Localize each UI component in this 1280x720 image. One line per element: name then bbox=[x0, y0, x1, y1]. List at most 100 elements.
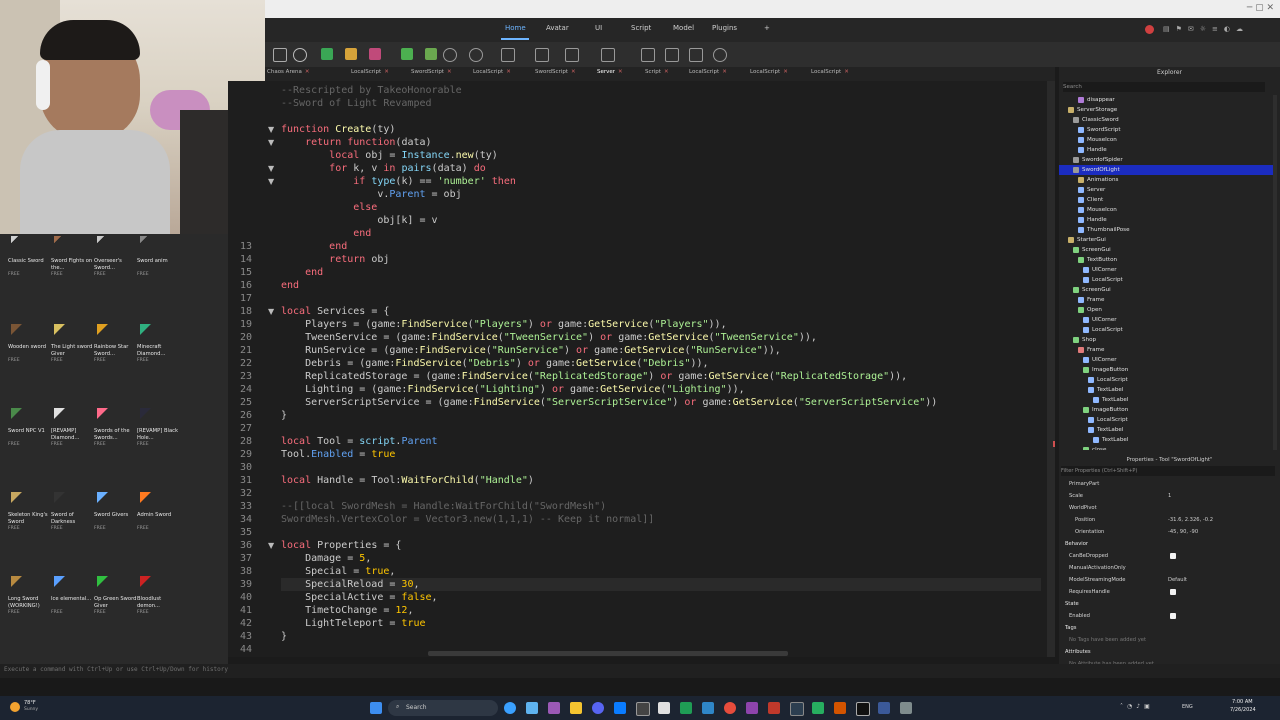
code-line[interactable]: else bbox=[281, 201, 377, 214]
settings-icon[interactable] bbox=[443, 48, 457, 62]
tab-localscript[interactable]: LocalScript ✕ bbox=[473, 69, 511, 75]
code-line[interactable]: function Create(ty) bbox=[281, 123, 395, 136]
record-icon[interactable] bbox=[1145, 25, 1154, 34]
code-line[interactable]: Lighting = (game:FindService("Lighting")… bbox=[281, 383, 745, 396]
close-icon[interactable]: ✕ bbox=[783, 69, 788, 75]
window-controls[interactable]: ─ ▢ ✕ bbox=[1247, 3, 1274, 13]
align-icon[interactable] bbox=[601, 48, 615, 62]
toolbox-item[interactable]: Admin Sword FREE bbox=[130, 486, 174, 566]
editor-vertical-scrollbar[interactable] bbox=[1047, 81, 1055, 657]
code-line[interactable]: local Handle = Tool:WaitForChild("Handle… bbox=[281, 474, 534, 487]
code-line[interactable]: local Tool = script.Parent bbox=[281, 435, 438, 448]
toolbox-item[interactable]: Bloodlust demon... FREE bbox=[130, 570, 174, 650]
tab-localscript[interactable]: LocalScript ✕ bbox=[750, 69, 788, 75]
code-line[interactable]: Players = (game:FindService("Players") o… bbox=[281, 318, 727, 331]
part-icon[interactable] bbox=[293, 48, 307, 62]
xbox-icon[interactable] bbox=[812, 702, 824, 714]
ui-icon[interactable] bbox=[369, 48, 381, 60]
select-icon[interactable] bbox=[273, 48, 287, 62]
explorer-item[interactable]: TextLabel bbox=[1059, 435, 1273, 445]
task-view-icon[interactable] bbox=[526, 702, 538, 714]
app-icon-2[interactable] bbox=[702, 702, 714, 714]
group-icon[interactable] bbox=[501, 48, 515, 62]
close-icon[interactable]: ✕ bbox=[571, 69, 576, 75]
menu-home[interactable]: Home bbox=[505, 24, 526, 32]
model-icon[interactable] bbox=[425, 48, 437, 60]
property-row[interactable]: ManualActivationOnly bbox=[1059, 563, 1273, 574]
explorer-item[interactable]: SwordOfLight bbox=[1059, 165, 1273, 175]
toolbox-item[interactable]: Classic Sword FREE bbox=[1, 234, 45, 314]
script-editor[interactable]: --Rescripted by TakeoHonorable --Sword of… bbox=[228, 81, 1055, 657]
explorer-item[interactable]: Animations bbox=[1059, 175, 1273, 185]
explorer-item[interactable]: SwordofSpider bbox=[1059, 155, 1273, 165]
property-row[interactable]: State bbox=[1059, 599, 1273, 610]
property-row[interactable]: Behavior bbox=[1059, 539, 1273, 550]
menu-model[interactable]: Model bbox=[673, 24, 694, 32]
property-checkbox[interactable] bbox=[1170, 553, 1176, 559]
toolbox-item[interactable]: [REVAMP] Diamond... FREE bbox=[44, 402, 88, 482]
property-row[interactable]: Scale 1 bbox=[1059, 491, 1273, 502]
explorer-item[interactable]: MouseIcon bbox=[1059, 205, 1273, 215]
property-row[interactable]: Attributes bbox=[1059, 647, 1273, 658]
property-row[interactable]: Enabled bbox=[1059, 611, 1273, 622]
explorer-item[interactable]: Open bbox=[1059, 305, 1273, 315]
explorer-item[interactable]: TextLabel bbox=[1059, 395, 1273, 405]
property-checkbox[interactable] bbox=[1170, 613, 1176, 619]
taskbar-search[interactable]: ⌕ Search bbox=[388, 700, 498, 716]
code-line[interactable]: Special = true, bbox=[281, 565, 395, 578]
code-line[interactable]: --Rescripted by TakeoHonorable bbox=[281, 84, 462, 97]
explorer-item[interactable]: Frame bbox=[1059, 295, 1273, 305]
code-line[interactable]: RunService = (game:FindService("RunServi… bbox=[281, 344, 781, 357]
property-checkbox[interactable] bbox=[1170, 589, 1176, 595]
color-icon[interactable] bbox=[469, 48, 483, 62]
code-line[interactable]: local Services = { bbox=[281, 305, 389, 318]
close-icon[interactable]: ✕ bbox=[384, 69, 389, 75]
explorer-item[interactable]: Server bbox=[1059, 185, 1273, 195]
tab-swordscript[interactable]: SwordScript ✕ bbox=[411, 69, 452, 75]
steam-icon[interactable] bbox=[790, 702, 804, 716]
code-line[interactable]: local obj = Instance.new(ty) bbox=[281, 149, 498, 162]
store-icon[interactable] bbox=[614, 702, 626, 714]
code-line[interactable]: Tool.Enabled = true bbox=[281, 448, 395, 461]
code-line[interactable]: Debris = (game:FindService("Debris") or … bbox=[281, 357, 708, 370]
system-tray-icons[interactable]: ˄◔♪▣ bbox=[1120, 703, 1154, 710]
close-icon[interactable]: ✕ bbox=[447, 69, 452, 75]
toolbox-item[interactable]: Long Sword (WORKING!) FREE bbox=[1, 570, 45, 650]
toolbox-item[interactable]: Minecraft Diamond... FREE bbox=[130, 318, 174, 398]
lock-icon[interactable] bbox=[565, 48, 579, 62]
property-row[interactable]: RequiresHandle bbox=[1059, 587, 1273, 598]
explorer-item[interactable]: ScreenGui bbox=[1059, 245, 1273, 255]
toolbox-item[interactable]: Sword anim FREE bbox=[130, 234, 174, 314]
explorer-item[interactable]: UICorner bbox=[1059, 315, 1273, 325]
code-line[interactable]: return function(data) bbox=[281, 136, 431, 149]
code-line[interactable]: --Sword of Light Revamped bbox=[281, 97, 432, 110]
close-icon[interactable]: ✕ bbox=[506, 69, 511, 75]
menu-add[interactable]: + bbox=[764, 24, 770, 32]
explorer-item[interactable]: LocalScript bbox=[1059, 275, 1273, 285]
app-icon-3[interactable] bbox=[746, 702, 758, 714]
explorer-item[interactable]: ServerStorage bbox=[1059, 105, 1273, 115]
code-line[interactable]: } bbox=[281, 630, 287, 643]
explorer-item[interactable]: SwordScript bbox=[1059, 125, 1273, 135]
toolbox-item[interactable]: Op Green Sword Giver FREE bbox=[87, 570, 136, 650]
roblox-studio-icon[interactable] bbox=[636, 702, 650, 716]
play-icon[interactable] bbox=[665, 48, 679, 62]
file-explorer-icon[interactable] bbox=[570, 702, 582, 714]
weather-icon[interactable] bbox=[10, 702, 20, 712]
property-value[interactable]: 1 bbox=[1168, 491, 1171, 502]
explorer-item[interactable]: ImageButton bbox=[1059, 365, 1273, 375]
explorer-item[interactable]: Handle bbox=[1059, 145, 1273, 155]
clock-date[interactable]: 7/26/2024 bbox=[1230, 707, 1256, 713]
terrain-icon[interactable] bbox=[321, 48, 333, 60]
move-icon[interactable] bbox=[345, 48, 357, 60]
code-line[interactable]: ReplicatedStorage = (game:FindService("R… bbox=[281, 370, 907, 383]
code-line[interactable]: --[[local SwordMesh = Handle:WaitForChil… bbox=[281, 500, 606, 513]
editor-horizontal-scrollbar[interactable] bbox=[428, 651, 788, 656]
code-line[interactable]: SpecialReload = 30, bbox=[281, 578, 1041, 591]
code-line[interactable]: local Properties = { bbox=[281, 539, 401, 552]
explorer-item[interactable]: disappear bbox=[1059, 95, 1273, 105]
explorer-item[interactable]: ScreenGui bbox=[1059, 285, 1273, 295]
clock-time[interactable]: 7:00 AM bbox=[1232, 699, 1253, 705]
toolbox-item[interactable]: Skeleton King's Sword FREE bbox=[1, 486, 48, 566]
app-icon-4[interactable] bbox=[834, 702, 846, 714]
